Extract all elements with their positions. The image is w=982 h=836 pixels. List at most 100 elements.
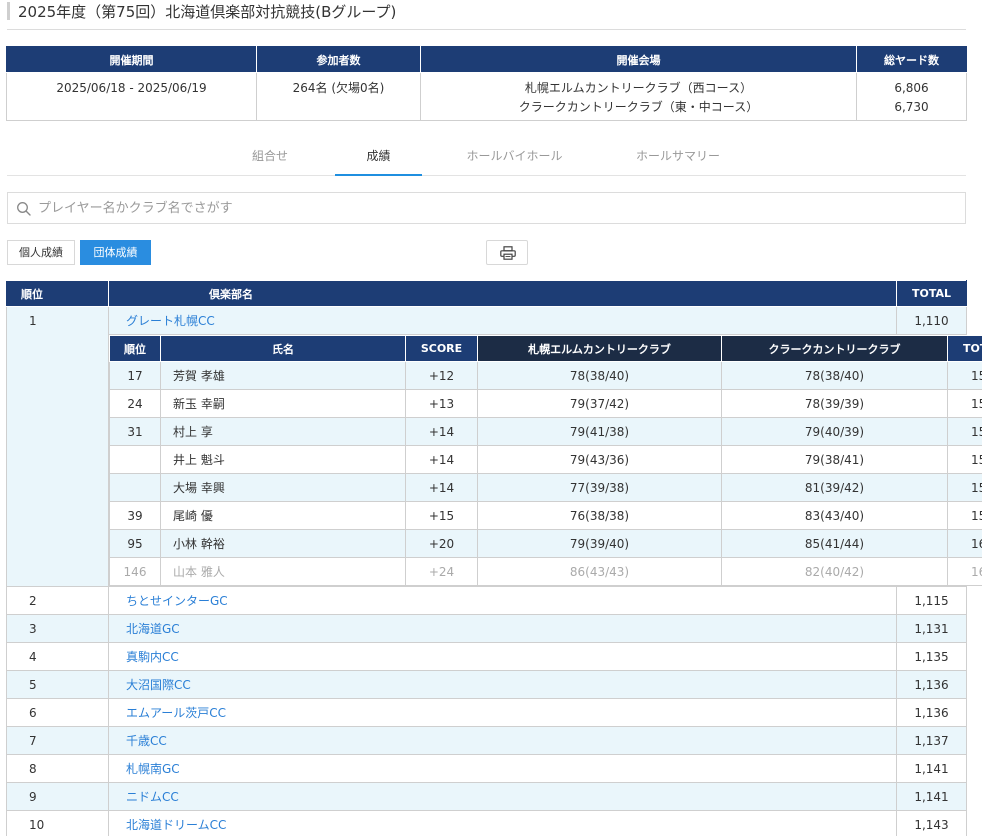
search-icon — [16, 201, 32, 217]
member-name: 村上 享 — [160, 417, 406, 446]
team-results-button[interactable]: 団体成績 — [80, 240, 151, 265]
club-row[interactable]: 5 大沼国際CC 1,136 — [6, 670, 967, 699]
club-rank: 8 — [6, 754, 109, 783]
club-total: 1,110 — [896, 306, 967, 335]
member-total: 159 — [947, 501, 982, 530]
member-rank: 24 — [109, 389, 161, 418]
club-row[interactable]: 2 ちとせインターGC 1,115 — [6, 586, 967, 615]
member-row: 井上 魁斗+1479(43/36)79(38/41)158 — [109, 445, 982, 474]
info-header-participants: 参加者数 — [256, 46, 421, 73]
printer-icon — [500, 246, 516, 260]
club-total: 1,136 — [896, 670, 967, 699]
club-name-link[interactable]: 真駒内CC — [108, 642, 897, 671]
tab-results[interactable]: 成績 — [335, 140, 422, 176]
member-clark-score: 81(39/42) — [721, 473, 948, 502]
member-elm-score: 78(38/40) — [477, 361, 722, 390]
info-venue-1: 札幌エルムカントリークラブ（西コース） — [524, 81, 753, 95]
member-elm-score: 79(39/40) — [477, 529, 722, 558]
member-clark-score: 79(40/39) — [721, 417, 948, 446]
info-header-period: 開催期間 — [6, 46, 257, 73]
member-score: +20 — [405, 529, 478, 558]
info-yardages: 6,806 6,730 — [856, 72, 967, 121]
member-header-elm: 札幌エルムカントリークラブ — [477, 335, 722, 362]
team-results-table: 順位 倶楽部名 TOTAL 1 グレート札幌CC 1,110 順位 氏名 SCO… — [6, 280, 982, 836]
club-row[interactable]: 10 北海道ドリームCC 1,143 — [6, 810, 967, 836]
tournament-info-table: 開催期間 参加者数 開催会場 総ヤード数 2025/06/18 - 2025/0… — [6, 46, 967, 121]
club-rank: 7 — [6, 726, 109, 755]
member-header-clark: クラークカントリークラブ — [721, 335, 948, 362]
info-yardage-1: 6,806 — [894, 81, 929, 95]
club-name-link[interactable]: 北海道ドリームCC — [108, 810, 897, 836]
club-row[interactable]: 4 真駒内CC 1,135 — [6, 642, 967, 671]
club-rank: 2 — [6, 586, 109, 615]
member-rank: 31 — [109, 417, 161, 446]
individual-results-button[interactable]: 個人成績 — [7, 240, 75, 265]
print-button[interactable] — [486, 240, 528, 265]
club-total: 1,136 — [896, 698, 967, 727]
member-score: +14 — [405, 417, 478, 446]
club-name-link[interactable]: 北海道GC — [108, 614, 897, 643]
header-rank: 順位 — [6, 280, 109, 307]
page-title: 2025年度（第75回）北海道倶楽部対抗競技(Bグループ) — [18, 3, 397, 21]
member-header-score: SCORE — [405, 335, 478, 362]
club-rank: 3 — [6, 614, 109, 643]
club-total: 1,141 — [896, 782, 967, 811]
member-rank: 95 — [109, 529, 161, 558]
member-rank: 146 — [109, 557, 161, 586]
member-elm-score: 79(37/42) — [477, 389, 722, 418]
club-row[interactable]: 3 北海道GC 1,131 — [6, 614, 967, 643]
member-rank — [109, 445, 161, 474]
member-header-total: TOTAL — [947, 335, 982, 362]
member-row: 17芳賀 孝雄+1278(38/40)78(38/40)156 — [109, 361, 982, 390]
member-score: +14 — [405, 473, 478, 502]
member-total: 168 — [947, 557, 982, 586]
member-total: 156 — [947, 361, 982, 390]
tab-hole-by-hole[interactable]: ホールバイホール — [462, 140, 567, 176]
tab-hole-summary[interactable]: ホールサマリー — [629, 140, 727, 176]
member-elm-score: 77(39/38) — [477, 473, 722, 502]
info-yardage-2: 6,730 — [894, 100, 929, 114]
club-total: 1,143 — [896, 810, 967, 836]
info-header-venue: 開催会場 — [420, 46, 857, 73]
info-venues: 札幌エルムカントリークラブ（西コース） クラークカントリークラブ（東・中コース） — [420, 72, 857, 121]
member-score: +12 — [405, 361, 478, 390]
member-row: 95小林 幹裕+2079(39/40)85(41/44)164 — [109, 529, 982, 558]
member-elm-score: 79(41/38) — [477, 417, 722, 446]
member-detail-cell: 順位 氏名 SCORE 札幌エルムカントリークラブ クラークカントリークラブ T… — [108, 334, 982, 587]
member-row: 31村上 享+1479(41/38)79(40/39)158 — [109, 417, 982, 446]
club-name-link[interactable]: 大沼国際CC — [108, 670, 897, 699]
member-rank — [109, 473, 161, 502]
search-box — [7, 192, 966, 224]
club-total: 1,137 — [896, 726, 967, 755]
member-total: 164 — [947, 529, 982, 558]
member-elm-score: 86(43/43) — [477, 557, 722, 586]
info-participants: 264名 (欠場0名) — [256, 72, 421, 121]
club-total: 1,135 — [896, 642, 967, 671]
club-name-link[interactable]: ちとせインターGC — [108, 586, 897, 615]
club-total: 1,141 — [896, 754, 967, 783]
club-name-link[interactable]: 札幌南GC — [108, 754, 897, 783]
club-name-link[interactable]: 千歳CC — [108, 726, 897, 755]
club-name-link[interactable]: グレート札幌CC — [108, 306, 897, 335]
member-name: 小林 幹裕 — [160, 529, 406, 558]
member-header-rank: 順位 — [109, 335, 161, 362]
tab-pairings[interactable]: 組合せ — [233, 140, 307, 176]
member-row: 146山本 雅人+2486(43/43)82(40/42)168 — [109, 557, 982, 586]
member-elm-score: 79(43/36) — [477, 445, 722, 474]
club-row[interactable]: 8 札幌南GC 1,141 — [6, 754, 967, 783]
club-row[interactable]: 1 グレート札幌CC 1,110 — [6, 306, 967, 587]
result-tabs: 組合せ 成績 ホールバイホール ホールサマリー — [7, 140, 966, 176]
info-venue-2: クラークカントリークラブ（東・中コース） — [518, 100, 759, 114]
member-total: 158 — [947, 445, 982, 474]
club-name-link[interactable]: エムアール茨戸CC — [108, 698, 897, 727]
member-clark-score: 78(38/40) — [721, 361, 948, 390]
member-total: 158 — [947, 473, 982, 502]
club-name-link[interactable]: ニドムCC — [108, 782, 897, 811]
club-row[interactable]: 6 エムアール茨戸CC 1,136 — [6, 698, 967, 727]
club-rank: 4 — [6, 642, 109, 671]
club-total: 1,115 — [896, 586, 967, 615]
club-row[interactable]: 9 ニドムCC 1,141 — [6, 782, 967, 811]
member-total: 157 — [947, 389, 982, 418]
club-row[interactable]: 7 千歳CC 1,137 — [6, 726, 967, 755]
search-input[interactable] — [38, 193, 938, 223]
